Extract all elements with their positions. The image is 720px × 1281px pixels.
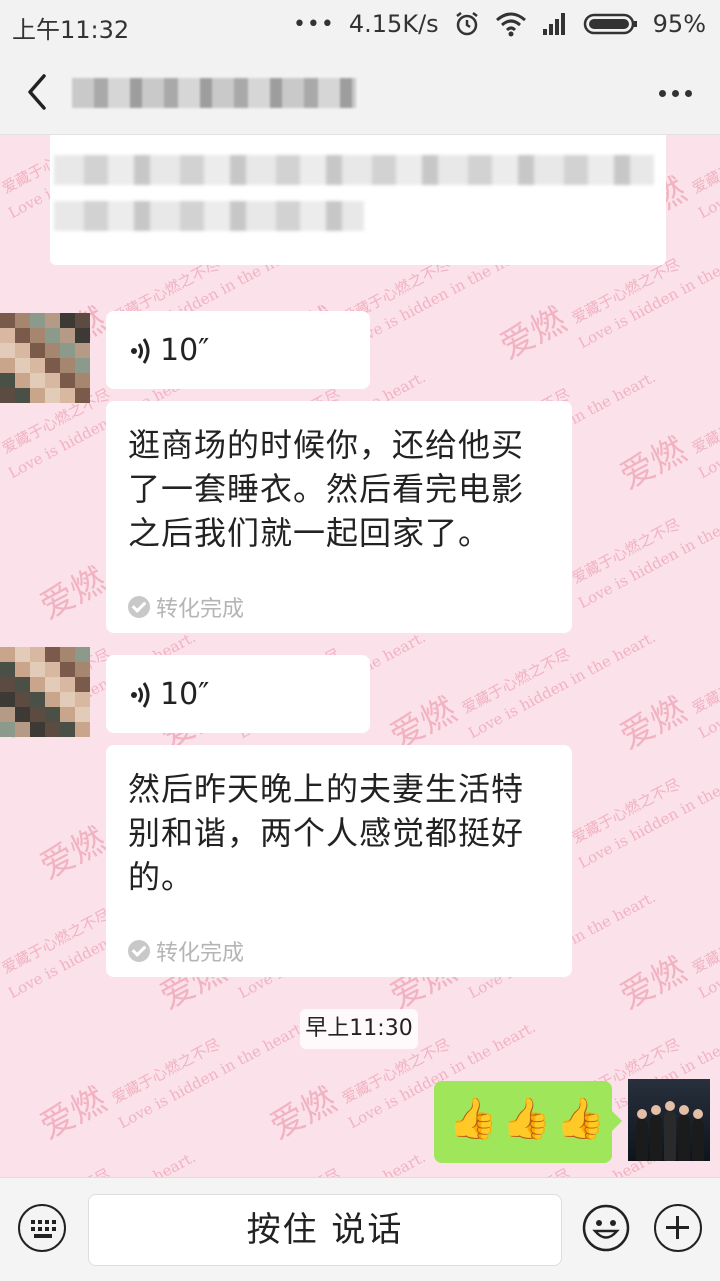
conversion-status: 转化完成: [128, 935, 244, 967]
input-bar: 按住 说话: [0, 1177, 720, 1281]
voice-message-bubble[interactable]: 10″: [106, 311, 370, 389]
more-icon[interactable]: [659, 90, 692, 97]
back-icon[interactable]: [18, 68, 58, 116]
status-time: 上午11:32: [12, 16, 130, 44]
signal-icon: [542, 13, 565, 35]
conversion-status-label: 转化完成: [156, 597, 245, 622]
hold-to-talk-button[interactable]: 按住 说话: [88, 1194, 562, 1266]
thumbs-up-icon: 👍: [501, 1096, 552, 1142]
plus-icon[interactable]: [654, 1204, 702, 1252]
chat-title-pixelated: [72, 78, 356, 108]
message-text: 然后昨天晚上的夫妻生活特别和谐，两个人感觉都挺好的。: [128, 770, 525, 896]
voice-wave-icon: [131, 337, 150, 364]
thumbs-up-icon: 👍: [555, 1096, 606, 1142]
keyboard-icon[interactable]: [18, 1204, 66, 1252]
conversion-status: 转化完成: [128, 591, 244, 623]
voice-message-bubble[interactable]: 10″: [106, 655, 370, 733]
my-avatar[interactable]: [628, 1079, 710, 1161]
contact-avatar[interactable]: [0, 313, 90, 403]
check-circle-icon: [128, 596, 150, 618]
wifi-icon: [495, 12, 526, 37]
status-bar: 上午11:32 ••• 4.15K/s 95%: [0, 0, 720, 50]
voice-wave-icon: [131, 681, 150, 708]
message-text: 逛商场的时候你，还给他买了一套睡衣。然后看完电影之后我们就一起回家了。: [128, 426, 525, 552]
voice-duration: 10″: [160, 333, 210, 368]
transcription-bubble[interactable]: 然后昨天晚上的夫妻生活特别和谐，两个人感觉都挺好的。 转化完成: [106, 745, 572, 977]
net-speed: 4.15K/s: [348, 10, 439, 38]
dots-icon: •••: [292, 11, 335, 37]
emoji-icon[interactable]: [582, 1204, 630, 1252]
battery-icon: [583, 13, 637, 35]
contact-avatar[interactable]: [0, 647, 90, 737]
chat-area[interactable]: 爱燃爱藏于心燃之不尽Love is hidden in the heart.爱燃…: [0, 135, 720, 1177]
message-timestamp: 早上11:30: [300, 1009, 418, 1049]
transcription-bubble[interactable]: 逛商场的时候你，还给他买了一套睡衣。然后看完电影之后我们就一起回家了。 转化完成: [106, 401, 572, 633]
thumbs-up-icon: 👍: [448, 1096, 498, 1142]
title-bar: [0, 50, 720, 135]
my-emoji-message-bubble[interactable]: 👍 👍 👍: [434, 1081, 622, 1163]
check-circle-icon: [128, 940, 150, 962]
status-icons: ••• 4.15K/s 95%: [293, 10, 706, 38]
pixelated-message-card: [50, 135, 666, 265]
conversion-status-label: 转化完成: [156, 941, 245, 966]
battery-level: 95%: [652, 10, 706, 38]
alarm-icon: [455, 12, 478, 36]
voice-duration: 10″: [160, 677, 210, 712]
